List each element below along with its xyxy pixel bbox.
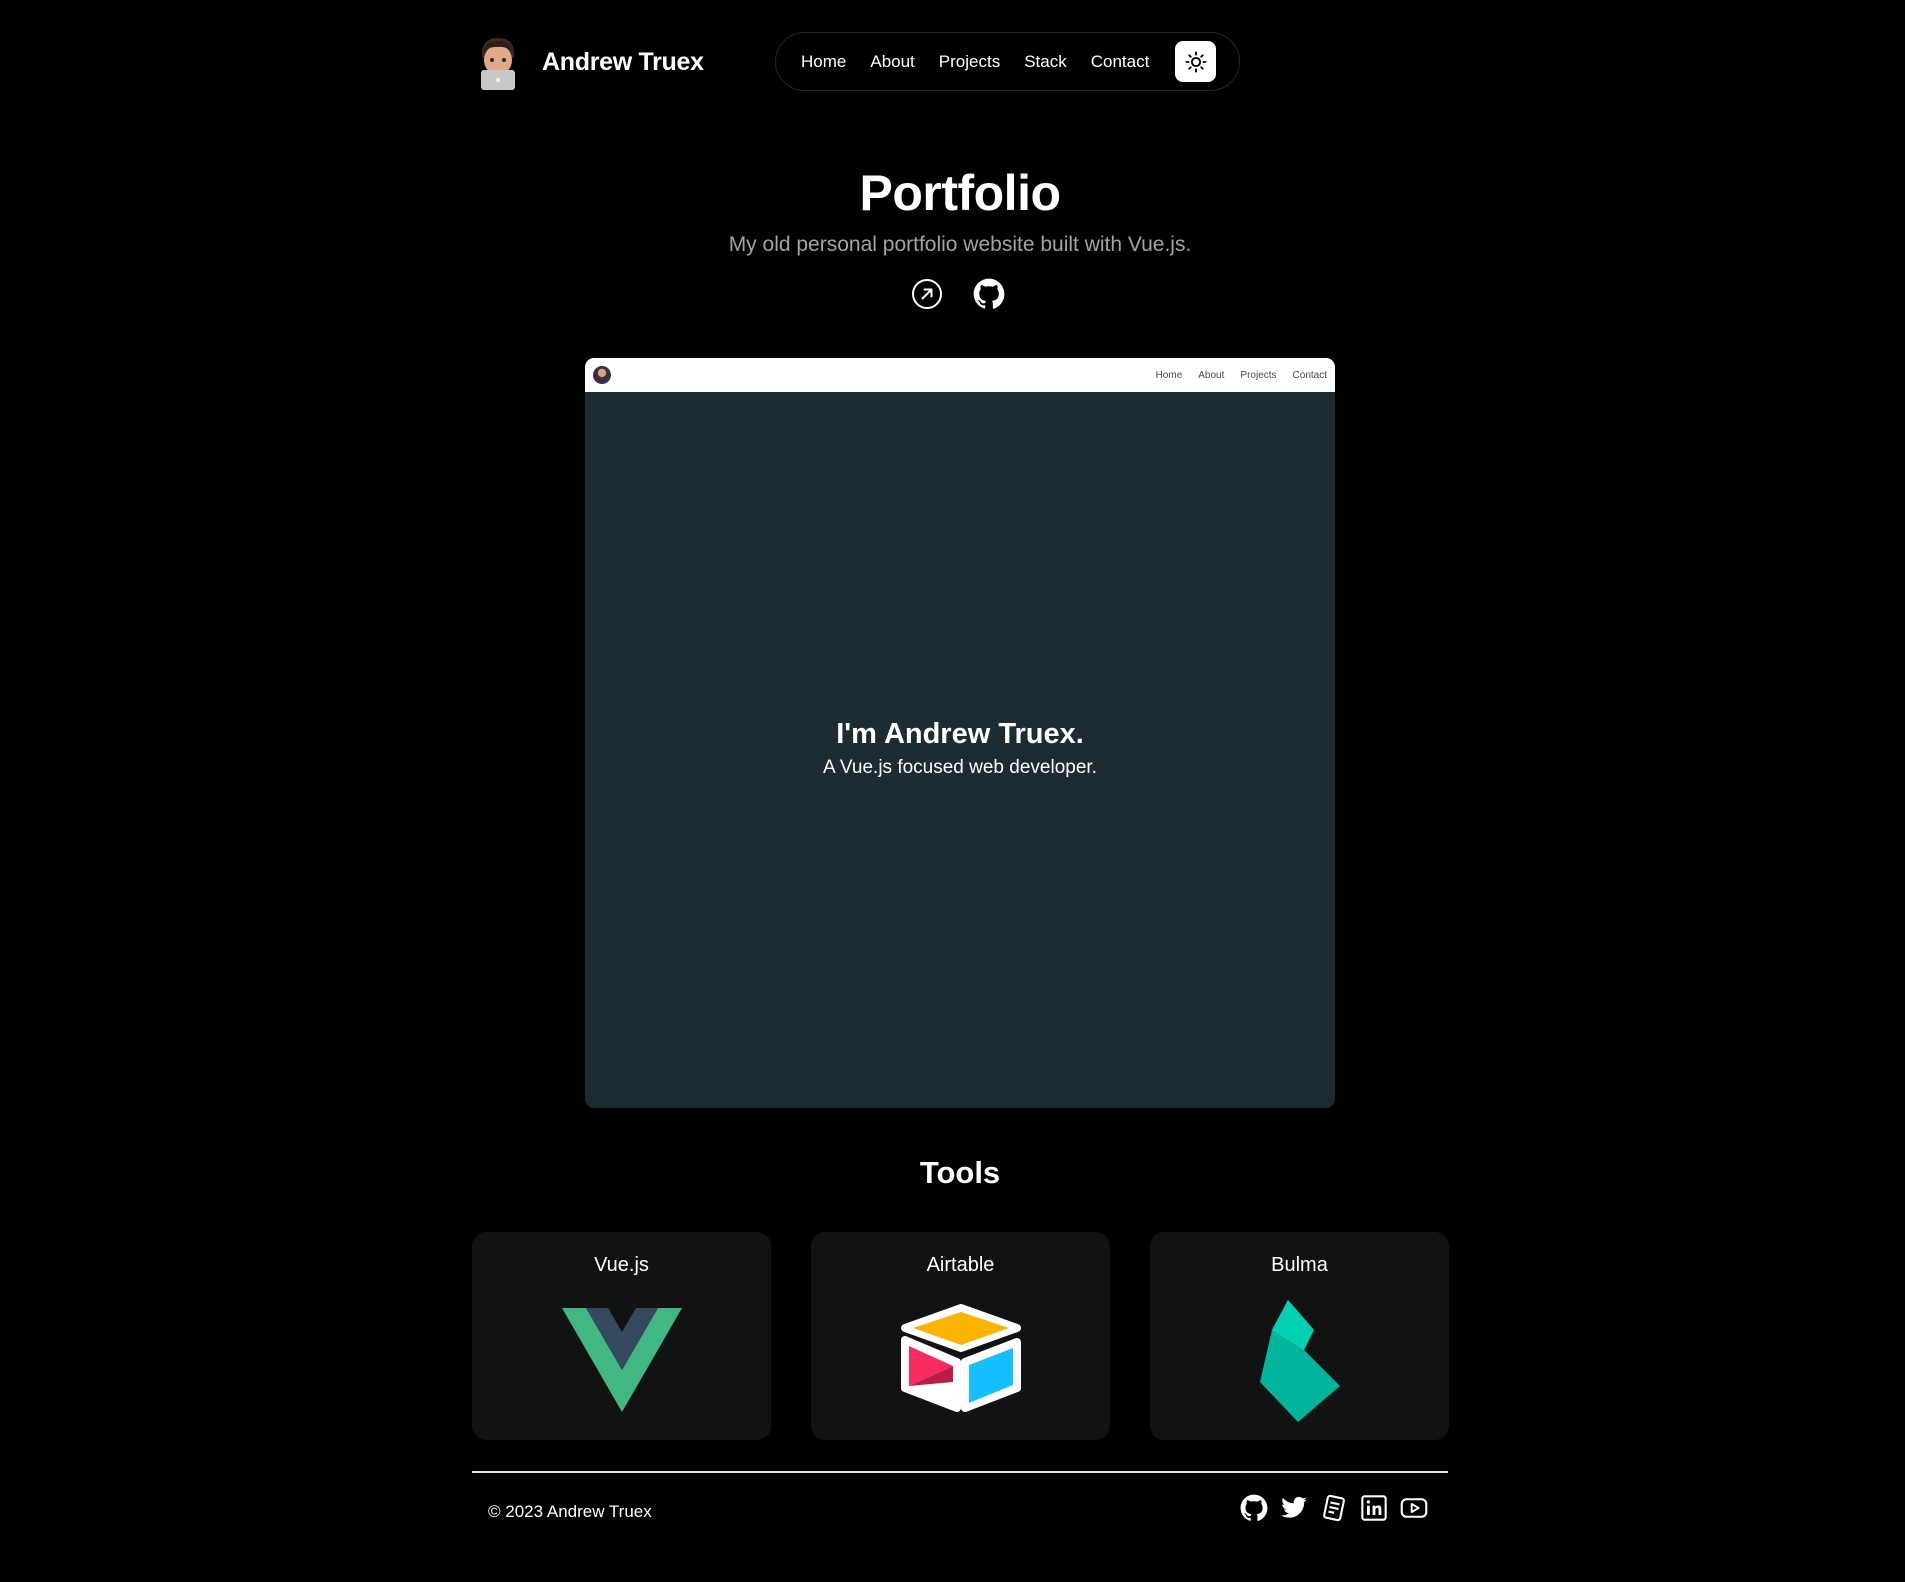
- preview-hero: I'm Andrew Truex. A Vue.js focused web d…: [585, 718, 1335, 779]
- preview-nav-about: About: [1198, 369, 1225, 381]
- tool-name: Airtable: [926, 1254, 995, 1276]
- preview-nav-home: Home: [1155, 369, 1183, 381]
- footer-divider: [472, 1471, 1448, 1473]
- tool-name: Vue.js: [594, 1254, 649, 1276]
- preview-nav-contact: Contact: [1292, 369, 1327, 381]
- tool-card-bulma: Bulma: [1150, 1232, 1449, 1440]
- social-links: [1240, 1494, 1428, 1522]
- external-link-icon[interactable]: [911, 278, 943, 310]
- tool-card-airtable: Airtable: [811, 1232, 1110, 1440]
- nav-stack[interactable]: Stack: [1024, 52, 1067, 72]
- brand-name: Andrew Truex: [542, 47, 704, 76]
- preview-nav-projects: Projects: [1240, 369, 1277, 381]
- project-links: [911, 278, 1005, 310]
- preview-avatar: [593, 366, 611, 384]
- page: Andrew Truex Home About Projects Stack C…: [0, 0, 1905, 1582]
- sun-icon: [1184, 50, 1207, 73]
- page-subtitle: My old personal portfolio website built …: [728, 233, 1192, 256]
- nav-contact[interactable]: Contact: [1091, 52, 1150, 72]
- nav-home[interactable]: Home: [801, 52, 846, 72]
- brand[interactable]: Andrew Truex: [472, 34, 704, 90]
- preview-subheading: A Vue.js focused web developer.: [823, 757, 1097, 778]
- airtable-logo-icon: [899, 1304, 1023, 1417]
- copyright: © 2023 Andrew Truex: [488, 1502, 652, 1521]
- memoji-avatar-icon: [472, 34, 524, 90]
- tool-name: Bulma: [1271, 1254, 1328, 1276]
- github-icon[interactable]: [973, 278, 1005, 310]
- preview-navbar: Home About Projects Contact: [585, 358, 1335, 392]
- github-icon[interactable]: [1240, 1494, 1268, 1522]
- vue-logo-icon: [561, 1308, 682, 1417]
- preview-heading: I'm Andrew Truex.: [836, 718, 1084, 750]
- portfolio-screenshot: Home About Projects Contact I'm Andrew T…: [585, 358, 1335, 1108]
- page-title: Portfolio: [859, 165, 1061, 221]
- tool-card-vuejs: Vue.js: [472, 1232, 771, 1440]
- blog-icon[interactable]: [1320, 1494, 1348, 1522]
- twitter-icon[interactable]: [1280, 1494, 1308, 1522]
- tools-heading: Tools: [919, 1155, 1001, 1190]
- theme-toggle-button[interactable]: [1175, 41, 1216, 82]
- youtube-icon[interactable]: [1400, 1494, 1428, 1522]
- nav-about[interactable]: About: [870, 52, 914, 72]
- main-nav: Home About Projects Stack Contact: [775, 32, 1240, 91]
- linkedin-icon[interactable]: [1360, 1494, 1388, 1522]
- nav-projects[interactable]: Projects: [939, 52, 1000, 72]
- bulma-logo-icon: [1259, 1300, 1340, 1427]
